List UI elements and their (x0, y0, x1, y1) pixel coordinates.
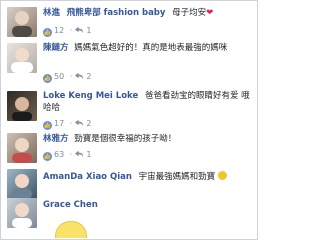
reply-icon (74, 149, 84, 161)
reply-count[interactable]: 1 (86, 150, 91, 159)
reply-count[interactable]: 1 (86, 26, 91, 35)
like-count[interactable]: 50 (54, 72, 64, 81)
avatar[interactable] (7, 169, 37, 199)
like-icon: 👍 (43, 152, 52, 161)
comment-text: Loke Keng Mei Loke 爸爸看劲宝的眼睛好有爱 哦哈哈 (43, 90, 253, 114)
avatar-photo-icon (12, 174, 32, 199)
comment-author[interactable]: 林進 (43, 8, 60, 18)
tagged-page[interactable]: 飛熊卑部 fashion baby (67, 8, 166, 18)
comment-item: 陳鏈方 媽媽氣色超好的！真的是地表最強的媽咪 👍 50 · 2 (1, 41, 257, 87)
like-count[interactable]: 63 (54, 150, 64, 159)
sticker-icon (55, 221, 87, 238)
comment-body: 母子均安 (172, 8, 207, 18)
avatar-photo-icon (12, 97, 32, 121)
comment-text: AmanDa Xiao Qian 宇宙最強媽媽和勁寶 (43, 171, 253, 183)
comment-text: 陳鏈方 媽媽氣色超好的！真的是地表最強的媽咪 (43, 42, 253, 54)
comment-text: 林進 飛熊卑部 fashion baby 母子均安❤ (43, 7, 253, 19)
comment-text: 林雅方 勁寶是個很幸福的孩子呦！ (43, 133, 253, 145)
like-count[interactable]: 12 (54, 26, 64, 35)
avatar[interactable] (7, 133, 37, 163)
avatar-photo-icon (12, 203, 32, 228)
reply-icon (74, 71, 84, 83)
avatar-photo-icon (12, 138, 32, 163)
comment-item: 林雅方 勁寶是個很幸福的孩子呦！ 👍 63 · 1 (1, 129, 257, 167)
avatar-photo-icon (12, 11, 32, 37)
comment-author[interactable]: AmanDa Xiao Qian (43, 172, 132, 182)
comment-author[interactable]: 林雅方 (43, 134, 69, 144)
comment-body: 勁寶是個很幸福的孩子呦！ (74, 134, 177, 144)
like-icon: 👍 (43, 74, 52, 83)
reply-icon (74, 25, 84, 37)
comment-body: 媽媽氣色超好的！真的是地表最強的媽咪 (74, 43, 228, 53)
comment-text: Grace Chen (43, 199, 253, 211)
avatar[interactable] (7, 7, 37, 37)
emoji-icon (217, 171, 227, 180)
comment-item: Grace Chen (1, 197, 257, 238)
like-icon: 👍 (43, 28, 52, 37)
avatar[interactable] (7, 91, 37, 121)
heart-icon: ❤ (206, 8, 214, 18)
comment-author[interactable]: Loke Keng Mei Loke (43, 91, 138, 101)
comment-meta: 👍 50 · 2 (43, 71, 92, 83)
reply-count[interactable]: 2 (86, 119, 91, 128)
comment-author[interactable]: Grace Chen (43, 200, 98, 210)
comment-item: Loke Keng Mei Loke 爸爸看劲宝的眼睛好有爱 哦哈哈 👍 17 ·… (1, 87, 257, 130)
comment-author[interactable]: 陳鏈方 (43, 43, 69, 53)
comment-thread: 林進 飛熊卑部 fashion baby 母子均安❤ 👍 12 · 1 陳鏈方 媽… (0, 0, 258, 240)
comment-item: 林進 飛熊卑部 fashion baby 母子均安❤ 👍 12 · 1 (1, 5, 257, 39)
avatar-photo-icon (11, 48, 33, 73)
like-count[interactable]: 17 (54, 119, 64, 128)
comment-body: 宇宙最強媽媽和勁寶 (138, 172, 216, 182)
comment-meta: 👍 12 · 1 (43, 25, 92, 37)
avatar[interactable] (7, 43, 37, 73)
comment-meta: 👍 63 · 1 (43, 149, 92, 161)
comment-item: AmanDa Xiao Qian 宇宙最強媽媽和勁寶 (1, 167, 257, 199)
reply-count[interactable]: 2 (86, 72, 91, 81)
avatar[interactable] (7, 198, 37, 228)
